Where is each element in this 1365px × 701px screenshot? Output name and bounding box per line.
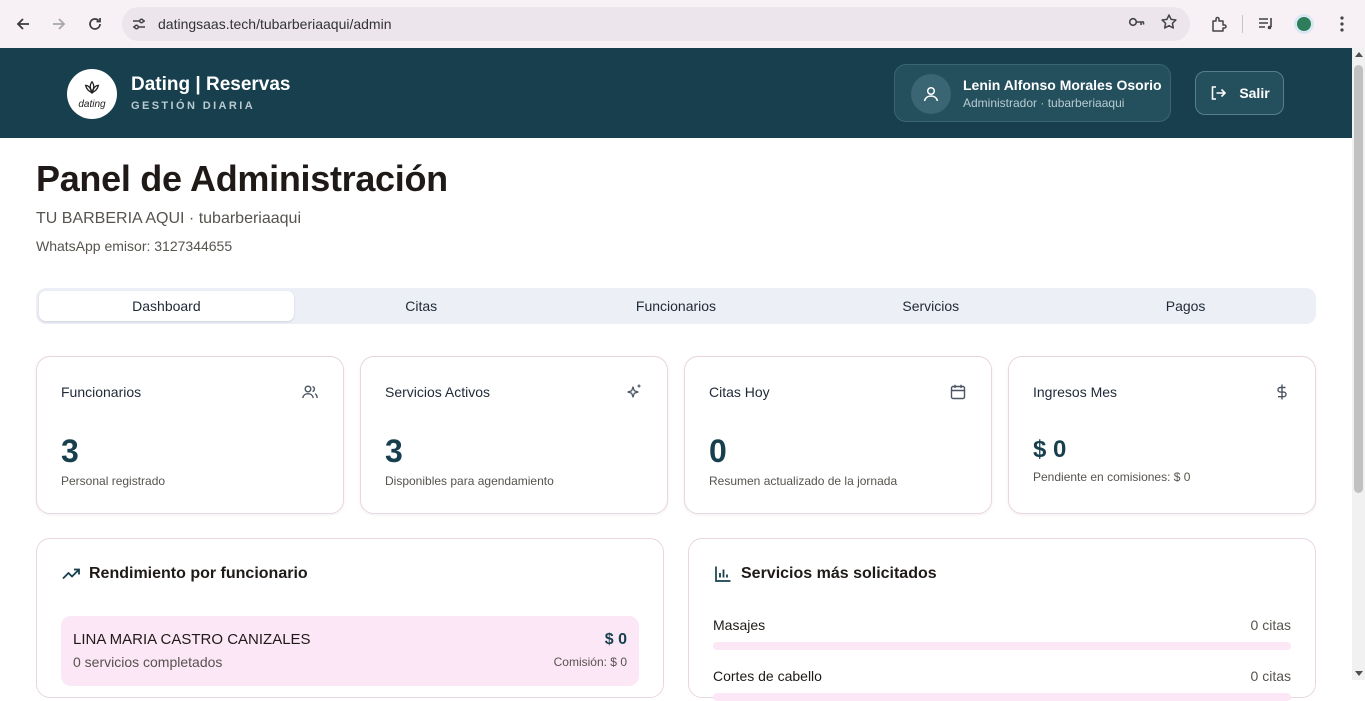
employee-commission: Comisión: $ 0 — [553, 655, 627, 669]
stat-footnote: Personal registrado — [61, 474, 166, 488]
employee-row[interactable]: LINA MARIA CASTRO CANIZALES 0 servicios … — [61, 616, 639, 686]
tab-funcionarios[interactable]: Funcionarios — [549, 291, 804, 321]
stat-value: 3 — [61, 433, 79, 469]
extensions-icon[interactable] — [1204, 6, 1234, 42]
address-bar[interactable]: datingsaas.tech/tubarberiaaqui/admin — [122, 7, 1190, 41]
user-icon — [923, 86, 939, 102]
performance-title: Rendimiento por funcionario — [89, 565, 308, 582]
stat-value: $ 0 — [1033, 436, 1067, 463]
stat-label: Servicios Activos — [385, 384, 491, 400]
stat-label: Citas Hoy — [709, 384, 770, 400]
performance-panel: Rendimiento por funcionario LINA MARIA C… — [36, 538, 664, 698]
logout-label: Salir — [1239, 85, 1270, 101]
stat-label: Funcionarios — [61, 384, 142, 400]
tab-dashboard[interactable]: Dashboard — [39, 291, 294, 321]
admin-tabs: Dashboard Citas Funcionarios Servicios P… — [36, 288, 1316, 324]
trending-up-icon — [62, 568, 80, 580]
tab-pagos[interactable]: Pagos — [1058, 291, 1313, 321]
app-header: dating Dating | Reservas GESTIÓN DIARIA … — [0, 48, 1352, 138]
user-card: Lenin Alfonso Morales Osorio Administrad… — [894, 64, 1171, 122]
stat-footnote: Resumen actualizado de la jornada — [709, 474, 898, 488]
business-name: TU BARBERIA AQUI · tubarberiaaqui — [36, 210, 301, 227]
stat-footnote: Disponibles para agendamiento — [385, 474, 554, 488]
profile-avatar[interactable] — [1289, 6, 1319, 42]
browser-toolbar: datingsaas.tech/tubarberiaaqui/admin — [0, 0, 1365, 48]
sparkles-icon — [627, 384, 641, 398]
lotus-icon — [84, 80, 100, 94]
brand-title: Dating | Reservas — [131, 74, 291, 95]
bookmark-star-icon[interactable] — [1160, 13, 1178, 36]
stat-value: 0 — [709, 433, 727, 469]
brand-logo[interactable]: dating — [67, 69, 117, 119]
service-progress-bar — [713, 693, 1291, 701]
stat-footnote: Pendiente en comisiones: $ 0 — [1033, 470, 1191, 484]
url-text[interactable]: datingsaas.tech/tubarberiaaqui/admin — [158, 16, 392, 32]
service-progress-bar — [713, 642, 1291, 650]
top-services-title: Servicios más solicitados — [741, 565, 937, 582]
stat-card-ingresos-mes: Ingresos Mes $ 0 Pendiente en comisiones… — [1008, 356, 1316, 514]
toolbar-divider — [1242, 15, 1243, 33]
dollar-icon — [1277, 384, 1287, 400]
scroll-down-arrow[interactable] — [1355, 671, 1363, 676]
service-name: Cortes de cabello — [713, 668, 822, 684]
back-icon[interactable] — [5, 6, 41, 42]
service-count: 0 citas — [1250, 668, 1291, 684]
stat-card-funcionarios: Funcionarios 3 Personal registrado — [36, 356, 344, 514]
service-name: Masajes — [713, 617, 766, 633]
stat-card-servicios-activos: Servicios Activos 3 Disponibles para age… — [360, 356, 668, 514]
forward-icon[interactable] — [41, 6, 77, 42]
page-scrollbar[interactable] — [1352, 48, 1365, 680]
stat-value: 3 — [385, 433, 403, 469]
employee-completed: 0 servicios completados — [73, 654, 223, 670]
stat-label: Ingresos Mes — [1033, 384, 1118, 400]
employee-amount: $ 0 — [604, 631, 627, 648]
users-icon — [302, 385, 318, 399]
service-count: 0 citas — [1250, 617, 1291, 633]
page-title: Panel de Administración — [36, 158, 448, 199]
whatsapp-sender: WhatsApp emisor: 3127344655 — [36, 238, 233, 254]
logo-wordmark: dating — [78, 98, 106, 110]
logout-button[interactable]: Salir — [1195, 71, 1284, 115]
user-name: Lenin Alfonso Morales Osorio — [963, 77, 1162, 93]
user-role: Administrador · tubarberiaaqui — [963, 96, 1125, 110]
top-services-panel: Servicios más solicitados Masajes 0 cita… — [688, 538, 1316, 701]
tab-servicios[interactable]: Servicios — [803, 291, 1058, 321]
tab-citas[interactable]: Citas — [294, 291, 549, 321]
employee-name: LINA MARIA CASTRO CANIZALES — [73, 631, 311, 648]
user-avatar — [911, 74, 951, 114]
media-control-icon[interactable] — [1251, 6, 1281, 42]
scroll-up-arrow[interactable] — [1355, 52, 1363, 57]
scroll-thumb[interactable] — [1354, 65, 1363, 493]
bar-chart-icon — [715, 566, 731, 582]
stat-card-citas-hoy: Citas Hoy 0 Resumen actualizado de la jo… — [684, 356, 992, 514]
logout-icon — [1212, 86, 1227, 100]
site-settings-icon[interactable] — [122, 16, 156, 32]
reload-icon[interactable] — [77, 6, 113, 42]
menu-dots-icon[interactable] — [1327, 6, 1357, 42]
password-key-icon[interactable] — [1128, 13, 1146, 36]
brand-subtitle: GESTIÓN DIARIA — [131, 100, 256, 112]
calendar-icon — [950, 384, 966, 400]
